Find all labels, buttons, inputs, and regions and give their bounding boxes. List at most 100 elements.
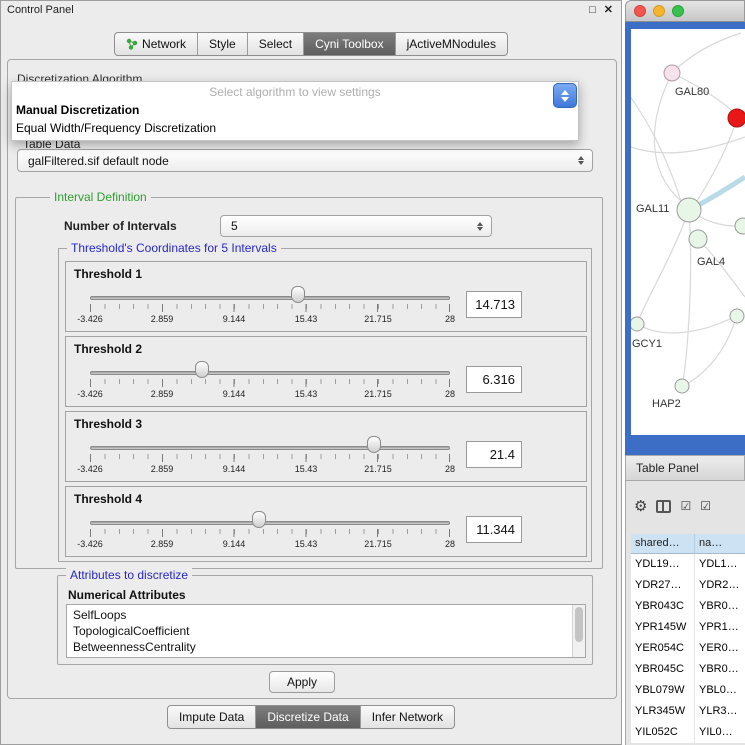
attribute-item[interactable]: TopologicalCoefficient (67, 623, 585, 639)
slider-thumb[interactable] (195, 361, 209, 378)
threshold-value-field[interactable]: 21.4 (466, 441, 522, 468)
threshold-slider[interactable]: -3.4262.8599.14415.4321.71528 (90, 412, 450, 483)
tab-jactivemnodules[interactable]: jActiveMNodules (396, 33, 507, 55)
cell-name: YBR0… (695, 596, 739, 617)
tab-network[interactable]: Network (115, 33, 198, 55)
window-title: Control Panel (7, 4, 581, 16)
scrollbar-thumb[interactable] (575, 607, 583, 642)
slider-track[interactable] (90, 521, 450, 525)
attribute-item[interactable]: BetweennessCentrality (67, 639, 585, 655)
algorithm-placeholder: Select algorithm to view settings (12, 82, 578, 101)
threshold-value-field[interactable]: 11.344 (466, 516, 522, 543)
node-label: GAL4 (697, 256, 725, 268)
tab-style[interactable]: Style (198, 33, 248, 55)
slider-track[interactable] (90, 296, 450, 300)
table-row[interactable]: YDL19…YDL1… (631, 554, 745, 575)
tab-infer-network[interactable]: Infer Network (361, 706, 454, 728)
node-table: shared… na… YDL19…YDL1…YDR27…YDR2…YBR043… (631, 534, 745, 743)
node-right-edge[interactable] (735, 218, 745, 234)
number-of-intervals-combobox[interactable]: 5 (220, 215, 492, 237)
minimize-traffic-light-icon[interactable] (653, 5, 665, 17)
thresholds-group-title: Threshold's Coordinates for 5 Intervals (67, 241, 281, 255)
cell-name: YPR1… (695, 617, 739, 638)
slider-thumb[interactable] (291, 286, 305, 303)
slider-track[interactable] (90, 371, 450, 375)
threshold-slider[interactable]: -3.4262.8599.14415.4321.71528 (90, 262, 450, 333)
cell-shared-name: YLR345W (631, 701, 695, 722)
node-gal11[interactable] (677, 198, 701, 222)
slider-thumb[interactable] (367, 436, 381, 453)
tab-label: Cyni Toolbox (315, 37, 383, 51)
column-header-shared-name[interactable]: shared… (631, 534, 695, 554)
node-gal80[interactable] (664, 65, 680, 81)
cell-name: YIL0… (695, 722, 733, 743)
table-row[interactable]: YBL079WYBL0… (631, 680, 745, 701)
cell-shared-name: YER054C (631, 638, 695, 659)
table-row[interactable]: YBR045CYBR0… (631, 659, 745, 680)
tick-label: 15.43 (295, 539, 318, 549)
slider-thumb[interactable] (252, 511, 266, 528)
threshold-value-field[interactable]: 6.316 (466, 366, 522, 393)
node-gcy1[interactable] (631, 317, 644, 331)
node-mid-right[interactable] (730, 309, 744, 323)
tab-discretize-data[interactable]: Discretize Data (256, 706, 360, 728)
slider-major-ticks (90, 529, 450, 537)
cell-shared-name: YIL052C (631, 722, 695, 743)
float-window-icon[interactable]: □ (589, 4, 596, 16)
table-row[interactable]: YER054CYER0… (631, 638, 745, 659)
algorithm-options-list: Manual DiscretizationEqual Width/Frequen… (12, 101, 578, 137)
select-all-icon[interactable]: ☑ (680, 500, 691, 512)
unselect-all-icon[interactable]: ☑ (700, 500, 711, 512)
threshold-panel: Threshold 1 -3.4262.8599.14415.4321.7152… (65, 261, 587, 332)
tick-label: 2.859 (151, 314, 174, 324)
numerical-attributes-label: Numerical Attributes (68, 588, 186, 602)
table-row[interactable]: YBR043CYBR0… (631, 596, 745, 617)
table-row[interactable]: YDR27…YDR2… (631, 575, 745, 596)
tab-select[interactable]: Select (248, 33, 304, 55)
node-hap2[interactable] (675, 379, 689, 393)
settings-gear-icon[interactable]: ⚙ (634, 499, 647, 514)
zoom-traffic-light-icon[interactable] (672, 5, 684, 17)
network-window-titlebar (625, 0, 745, 22)
stepper-up-icon (561, 90, 569, 95)
column-header-name[interactable]: na… (695, 534, 745, 554)
algorithm-option[interactable]: Manual Discretization (12, 101, 578, 119)
close-icon[interactable]: ✕ (604, 3, 613, 16)
attribute-item[interactable]: SelfLoops (67, 607, 585, 623)
tab-cyni-toolbox[interactable]: Cyni Toolbox (304, 33, 395, 55)
selected-red-node[interactable] (728, 109, 745, 127)
tab-impute-data[interactable]: Impute Data (168, 706, 256, 728)
tick-label: 9.144 (223, 464, 246, 474)
close-traffic-light-icon[interactable] (634, 5, 646, 17)
apply-button[interactable]: Apply (269, 671, 335, 693)
network-canvas[interactable]: GAL80 GAL11 GAL4 GCY1 HAP2 (631, 29, 745, 435)
interval-definition-group: Interval Definition Number of Intervals … (15, 197, 603, 569)
table-row[interactable]: YIL052CYIL0… (631, 722, 745, 743)
tick-label: 21.715 (364, 539, 392, 549)
attributes-scrollbar[interactable] (572, 605, 585, 657)
tick-label: 9.144 (223, 539, 246, 549)
attributes-listbox[interactable]: SelfLoopsTopologicalCoefficientBetweenne… (66, 604, 586, 658)
table-row[interactable]: YLR345WYLR3… (631, 701, 745, 722)
top-tabbar: Network Style Select Cyni Toolbox jActiveMNo… (1, 32, 621, 56)
table-data-combobox[interactable]: galFiltered.sif default node (17, 149, 593, 172)
threshold-value-field[interactable]: 14.713 (466, 291, 522, 318)
node-gal4[interactable] (689, 230, 707, 248)
slider-tick-labels: -3.4262.8599.14415.4321.71528 (90, 389, 450, 401)
slider-track[interactable] (90, 446, 450, 450)
node-labels: GAL80 GAL11 GAL4 GCY1 HAP2 (632, 86, 725, 410)
algorithm-dropdown-popup: Select algorithm to view settings Manual… (11, 81, 579, 141)
tab-label: Network (142, 37, 186, 51)
threshold-slider[interactable]: -3.4262.8599.14415.4321.71528 (90, 337, 450, 408)
threshold-panel: Threshold 2 -3.4262.8599.14415.4321.7152… (65, 336, 587, 407)
columns-icon[interactable] (656, 500, 671, 513)
threshold-slider[interactable]: -3.4262.8599.14415.4321.71528 (90, 487, 450, 558)
tick-label: 28 (445, 389, 455, 399)
cell-shared-name: YBR043C (631, 596, 695, 617)
tab-label: Select (259, 37, 292, 51)
algorithm-option[interactable]: Equal Width/Frequency Discretization (12, 119, 578, 137)
algorithm-combobox-stepper[interactable] (553, 83, 577, 108)
table-row[interactable]: YPR145WYPR1… (631, 617, 745, 638)
cell-shared-name: YBL079W (631, 680, 695, 701)
cell-name: YER0… (695, 638, 739, 659)
